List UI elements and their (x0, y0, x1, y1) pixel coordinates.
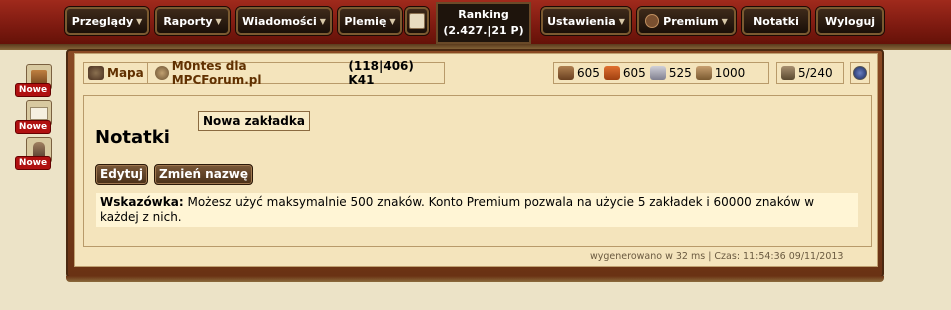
iron-icon (649, 66, 666, 80)
farm-icon (781, 66, 795, 80)
menu-plemie-label: Plemię (344, 14, 387, 28)
scroll-icon (409, 13, 425, 29)
menu-plemie[interactable]: Plemię ▼ (338, 7, 402, 35)
map-link[interactable]: Mapa (107, 66, 144, 80)
rename-button[interactable]: Zmień nazwę (154, 164, 254, 185)
menu-wyloguj-label: Wyloguj (824, 14, 876, 28)
iron-amount: 525 (668, 66, 692, 80)
envelope-icon (30, 106, 48, 120)
clay-amount: 605 (622, 66, 646, 80)
chevron-down-icon: ▼ (389, 16, 396, 26)
village-coords: (118|406) K41 (348, 59, 414, 87)
hint-text: Możesz użyć maksymalnie 500 znaków. Kont… (100, 195, 815, 224)
ranking-value: (2.427.|21 P) (443, 24, 524, 37)
hint-box: Wskazówka: Możesz użyć maksymalnie 500 z… (96, 193, 858, 227)
chevron-down-icon: ▼ (215, 16, 222, 26)
storage-icon (695, 66, 712, 80)
menu-wiadomosci[interactable]: Wiadomości ▼ (236, 7, 332, 35)
premium-icon (645, 14, 660, 28)
menu-wyloguj[interactable]: Wyloguj (816, 7, 884, 35)
new-badge[interactable]: Nowe (15, 83, 51, 97)
edit-button[interactable]: Edytuj (95, 164, 149, 185)
storage-capacity: 1000 (714, 66, 746, 80)
village-icon (154, 66, 169, 80)
moon-icon (853, 66, 867, 80)
resources-bar: 605 605 525 1000 (553, 62, 769, 84)
page-title: Notatki (95, 127, 170, 148)
chevron-down-icon: ▼ (618, 16, 625, 26)
tab-new[interactable]: Nowa zakładka (198, 111, 310, 131)
menu-raporty-label: Raporty (163, 14, 213, 28)
hint-label: Wskazówka: (100, 195, 184, 209)
divider (146, 63, 148, 83)
menu-notatki[interactable]: Notatki (742, 7, 810, 35)
village-bar: Mapa M0ntes dla MPCForum.pl (118|406) K4… (83, 59, 445, 87)
menu-notatki-label: Notatki (753, 14, 799, 28)
night-mode-box[interactable] (850, 62, 870, 84)
village-name-link[interactable]: M0ntes dla MPCForum.pl (172, 59, 341, 87)
tribe-forum-button[interactable] (405, 7, 429, 35)
map-icon (88, 66, 104, 80)
menu-ustawienia-label: Ustawienia (547, 14, 616, 28)
new-badge[interactable]: Nowe (15, 120, 51, 134)
clay-icon (603, 66, 620, 80)
wood-icon (558, 66, 574, 80)
menu-ustawienia[interactable]: Ustawienia ▼ (541, 7, 631, 35)
ranking-label: Ranking (458, 8, 509, 21)
population-value: 5/240 (798, 66, 833, 80)
bottom-rail (66, 276, 884, 282)
wood-amount: 605 (577, 66, 600, 80)
chevron-down-icon: ▼ (136, 16, 143, 26)
chevron-down-icon: ▼ (319, 16, 326, 26)
menu-przeglady-label: Przeglądy (71, 14, 134, 28)
building-icon (31, 70, 47, 84)
menu-przeglady[interactable]: Przeglądy ▼ (65, 7, 149, 35)
new-badge[interactable]: Nowe (15, 156, 51, 170)
menu-wiadomosci-label: Wiadomości (242, 14, 317, 28)
chevron-down-icon: ▼ (721, 16, 728, 26)
server-time-footer: wygenerowano w 32 ms | Czas: 11:54:36 09… (590, 251, 844, 262)
menu-premium-label: Premium (663, 14, 719, 28)
menu-raporty[interactable]: Raporty ▼ (155, 7, 230, 35)
menu-premium[interactable]: Premium ▼ (637, 7, 736, 35)
ranking-box[interactable]: Ranking (2.427.|21 P) (436, 2, 531, 44)
population-bar: 5/240 (776, 62, 844, 84)
